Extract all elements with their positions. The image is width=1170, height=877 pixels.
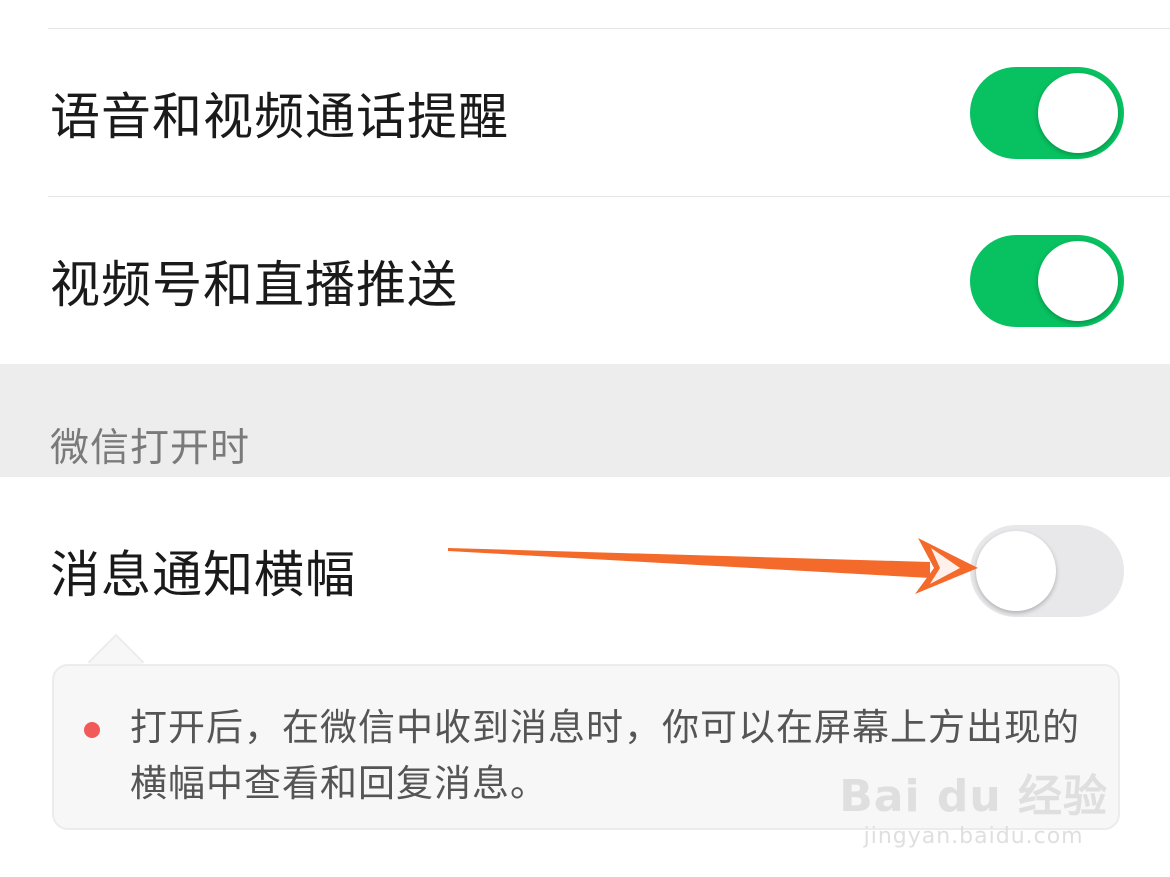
watermark-logo: Bai du 经验	[839, 771, 1108, 822]
watermark-url: jingyan.baidu.com	[863, 824, 1084, 849]
annotation-arrow-icon	[448, 538, 978, 594]
baidu-watermark: Bai du 经验 jingyan.baidu.com	[839, 760, 1108, 849]
